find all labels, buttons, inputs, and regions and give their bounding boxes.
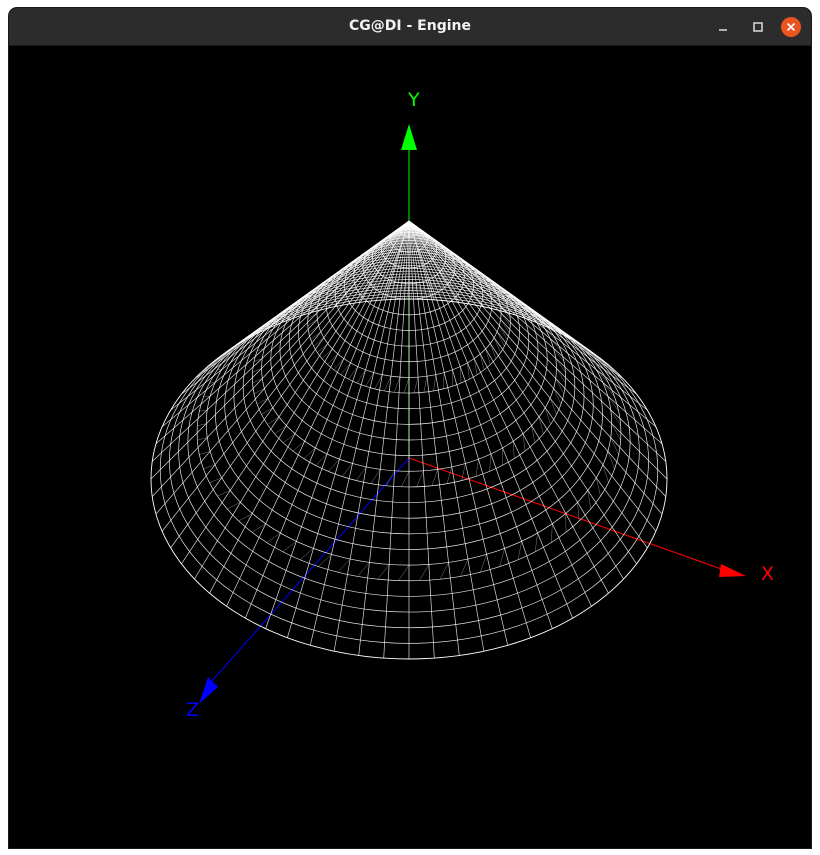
cone-diagonal — [413, 377, 419, 394]
y-axis-arrowhead — [401, 124, 417, 150]
cone-diagonal — [480, 554, 487, 573]
cone-diagonal — [479, 353, 485, 370]
cone-diagonal — [534, 533, 538, 552]
close-icon — [786, 22, 796, 32]
cone-diagonal — [549, 398, 557, 415]
cone-slice — [408, 220, 531, 638]
cone-slice — [408, 220, 609, 594]
cone-diagonal — [401, 471, 410, 487]
render-viewport[interactable]: Y X Z — [9, 46, 811, 848]
cone-diagonal — [439, 562, 449, 580]
cone-slice — [408, 220, 637, 565]
x-axis-label: X — [761, 563, 775, 585]
cone-slice — [151, 220, 410, 497]
cone-diagonal — [489, 453, 492, 472]
window-title: CG@DI - Engine — [349, 18, 471, 34]
cone-diagonal — [602, 382, 615, 398]
cone-diagonal — [496, 331, 505, 347]
cone-diagonal — [292, 440, 305, 452]
cone-diagonal — [611, 423, 621, 441]
cone-diagonal — [499, 548, 505, 567]
cone-diagonal — [602, 464, 609, 483]
cone-diagonal — [433, 374, 436, 391]
cone-diagonal — [253, 388, 265, 394]
cone-diagonal — [252, 378, 263, 384]
cone-diagonal — [283, 433, 296, 443]
cone-diagonal — [446, 466, 453, 484]
cone-slice — [181, 220, 410, 565]
z-axis-line — [211, 457, 410, 682]
cone-diagonal — [544, 407, 551, 425]
cone-diagonal — [553, 388, 562, 405]
cone-diagonal — [442, 372, 445, 389]
z-axis-arrowhead — [199, 677, 218, 704]
cone-diagonal — [252, 368, 262, 373]
cone-diagonal — [517, 541, 522, 560]
cone-diagonal — [261, 407, 273, 415]
cone-diagonal — [475, 459, 479, 477]
cone-diagonal — [340, 362, 351, 375]
maximize-icon — [753, 22, 763, 32]
cone-diagonal — [356, 369, 366, 384]
x-axis-line — [408, 457, 728, 572]
cone-diagonal — [267, 416, 280, 425]
cone-diagonal — [431, 469, 438, 486]
cone-diagonal — [318, 554, 332, 567]
minimize-icon — [719, 29, 727, 31]
y-axis-label: Y — [408, 89, 420, 111]
cone-diagonal — [274, 425, 287, 435]
cone-diagonal — [551, 523, 553, 543]
cone-diagonal — [385, 470, 395, 486]
minimize-button[interactable] — [713, 17, 733, 37]
z-axis-label: Z — [186, 699, 200, 721]
cone-diagonal — [538, 416, 544, 434]
cone-diagonal — [333, 358, 345, 371]
cone-diagonal — [411, 283, 413, 300]
maximize-button[interactable] — [748, 17, 768, 37]
cone-diagonal — [303, 447, 316, 459]
cone-slice — [408, 220, 435, 659]
cone-diagonal — [512, 441, 515, 459]
scene-canvas — [150, 124, 746, 704]
cone-diagonal — [256, 398, 269, 405]
cone-diagonal — [398, 565, 410, 581]
titlebar[interactable]: CG@DI - Engine — [9, 8, 811, 46]
x-axis-arrowhead — [719, 564, 746, 577]
cone-diagonal — [348, 366, 359, 380]
cone-diagonal — [500, 312, 511, 326]
cone-slice — [383, 220, 410, 659]
cone-diagonal — [365, 372, 374, 387]
cone-diagonal — [357, 562, 370, 577]
cone-slice — [358, 220, 410, 303]
cone-diagonal — [485, 348, 491, 365]
cone-diagonal — [500, 319, 510, 333]
cone-diagonal — [419, 564, 430, 581]
cone-diagonal — [403, 377, 410, 394]
app-window: CG@DI - Engine Y X Z — [9, 8, 811, 848]
cone-diagonal — [610, 437, 619, 455]
cone-slice — [209, 220, 410, 594]
cone-slice — [408, 220, 648, 549]
cone-diagonal — [460, 558, 469, 577]
cone-wireframe — [150, 220, 668, 660]
cone-diagonal — [423, 376, 428, 393]
cone-diagonal — [377, 564, 390, 580]
cone-diagonal — [607, 451, 615, 469]
close-button[interactable] — [781, 17, 801, 37]
cone-diagonal — [416, 470, 424, 487]
